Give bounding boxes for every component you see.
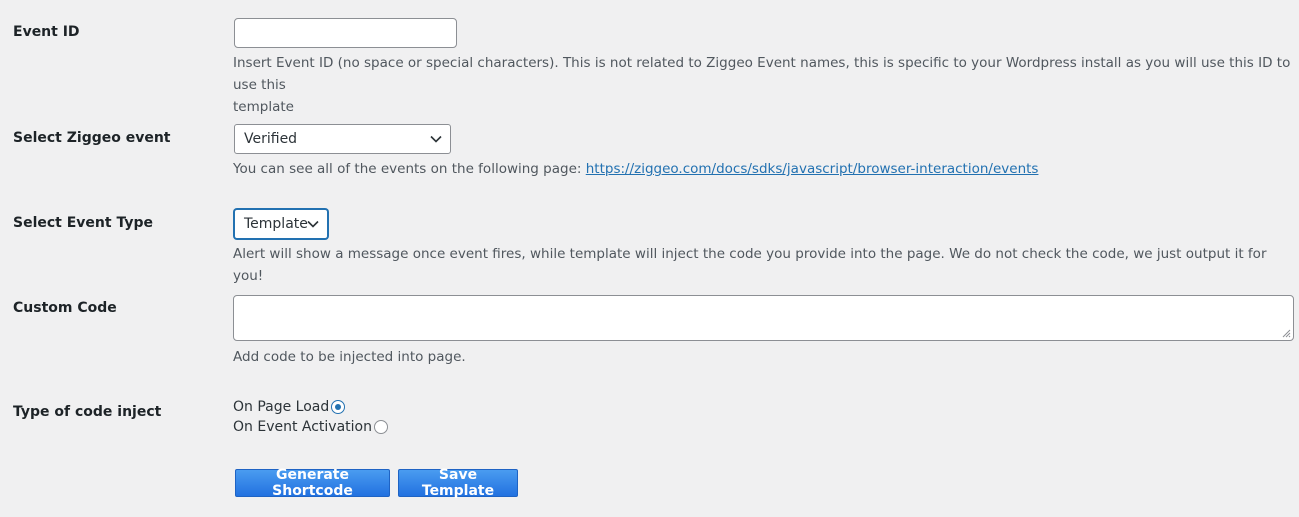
event-type-description: Alert will show a message once event fir… [233,246,1267,284]
chevron-down-icon [430,135,442,143]
code-inject-label: Type of code inject [13,404,162,420]
radio-option-page-load[interactable]: On Page Load [233,399,346,415]
radio-option-event-activation[interactable]: On Event Activation [233,419,388,435]
page-load-radio[interactable] [331,400,346,414]
ziggeo-event-select[interactable]: Verified [234,124,451,154]
event-type-select[interactable]: Template [234,209,328,239]
event-id-label: Event ID [13,24,80,40]
event-type-selected-value: Template [244,216,308,232]
ziggeo-event-description: You can see all of the events on the fol… [233,158,1038,180]
event-activation-radio[interactable] [374,420,388,434]
event-id-input[interactable] [234,18,457,48]
ziggeo-event-label: Select Ziggeo event [13,130,171,146]
resize-handle-icon[interactable] [1282,329,1291,338]
custom-code-textarea[interactable] [233,295,1294,341]
ziggeo-events-docs-link[interactable]: https://ziggeo.com/docs/sdks/javascript/… [586,161,1039,177]
generate-shortcode-button[interactable]: Generate Shortcode [235,467,390,499]
event-id-description-line1: Insert Event ID (no space or special cha… [233,55,1291,93]
ziggeo-event-description-text: You can see all of the events on the fol… [233,161,586,177]
chevron-down-icon [307,220,319,228]
event-type-label: Select Event Type [13,215,153,231]
save-template-button[interactable]: Save Template [398,467,518,499]
custom-code-label: Custom Code [13,300,117,316]
event-activation-label: On Event Activation [233,419,372,435]
ziggeo-event-selected-value: Verified [244,131,298,147]
event-id-description-line2: template [233,99,294,115]
page-load-label: On Page Load [233,399,330,415]
event-id-description: Insert Event ID (no space or special cha… [233,52,1299,118]
custom-code-description: Add code to be injected into page. [233,349,466,365]
